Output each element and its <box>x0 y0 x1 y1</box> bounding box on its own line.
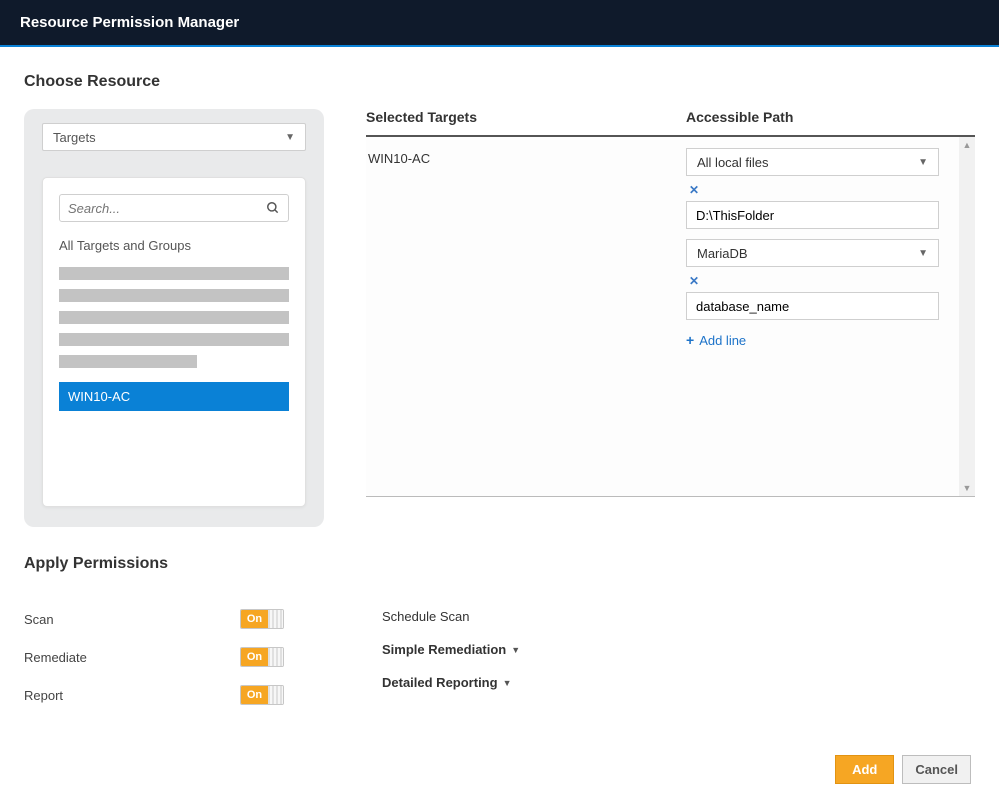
reporting-label: Detailed Reporting <box>382 675 498 690</box>
accessible-path-cell: All local files ▼ ✕ MariaDB ▼ ✕ + Add li… <box>686 137 975 496</box>
selected-targets-panel: Selected Targets Accessible Path WIN10-A… <box>366 109 975 497</box>
search-input-wrapper[interactable] <box>59 194 289 222</box>
targets-list-card: All Targets and Groups WIN10-AC <box>42 177 306 507</box>
permissions-details: Schedule Scan Simple Remediation ▼ Detai… <box>382 591 520 723</box>
path-type-value: All local files <box>697 155 769 170</box>
toggle-on-label: On <box>241 648 268 666</box>
list-heading: All Targets and Groups <box>59 238 289 253</box>
reporting-dropdown[interactable]: Detailed Reporting ▼ <box>382 675 520 690</box>
perm-row-scan: Scan On <box>24 609 284 629</box>
caret-down-icon: ▼ <box>511 645 520 655</box>
toggle-remediate[interactable]: On <box>240 647 284 667</box>
remediation-dropdown[interactable]: Simple Remediation ▼ <box>382 642 520 657</box>
targets-dropdown-label: Targets <box>53 130 96 145</box>
caret-down-icon: ▼ <box>503 678 512 688</box>
col-header-path: Accessible Path <box>686 109 975 125</box>
permissions-toggles: Scan On Remediate On Report <box>24 591 284 723</box>
add-line-label: Add line <box>699 333 746 348</box>
targets-dropdown[interactable]: Targets ▼ <box>42 123 306 151</box>
add-line-button[interactable]: + Add line <box>686 332 939 348</box>
apply-permissions-title: Apply Permissions <box>24 555 975 573</box>
path-type-value: MariaDB <box>697 246 748 261</box>
list-item[interactable] <box>59 311 289 324</box>
add-button[interactable]: Add <box>835 755 894 784</box>
list-item[interactable] <box>59 267 289 280</box>
caret-down-icon: ▼ <box>285 132 295 143</box>
perm-row-report: Report On <box>24 685 284 705</box>
list-item[interactable] <box>59 289 289 302</box>
perm-scan-label: Scan <box>24 612 54 627</box>
toggle-handle-icon <box>268 610 283 628</box>
list-item[interactable] <box>59 355 197 368</box>
caret-down-icon: ▼ <box>918 248 928 259</box>
footer-buttons: Add Cancel <box>24 755 975 784</box>
perm-row-remediate: Remediate On <box>24 647 284 667</box>
path-input[interactable] <box>686 292 939 320</box>
scroll-down-icon: ▼ <box>963 483 972 493</box>
schedule-scan-label: Schedule Scan <box>382 609 469 624</box>
choose-resource-title: Choose Resource <box>24 73 975 91</box>
toggle-handle-icon <box>268 648 283 666</box>
app-title: Resource Permission Manager <box>20 14 239 31</box>
search-icon <box>266 201 280 215</box>
toggle-handle-icon <box>268 686 283 704</box>
path-input[interactable] <box>686 201 939 229</box>
resource-selector-panel: Targets ▼ All Targets and Groups <box>24 109 324 527</box>
perm-report-label: Report <box>24 688 63 703</box>
remove-path-icon[interactable]: ✕ <box>689 183 699 197</box>
search-input[interactable] <box>68 201 266 216</box>
targets-table-row: WIN10-AC All local files ▼ ✕ MariaDB ▼ ✕ <box>366 137 975 497</box>
caret-down-icon: ▼ <box>918 157 928 168</box>
toggle-on-label: On <box>241 686 268 704</box>
target-name-cell: WIN10-AC <box>366 137 686 496</box>
plus-icon: + <box>686 332 694 348</box>
perm-remediate-label: Remediate <box>24 650 87 665</box>
schedule-scan-text: Schedule Scan <box>382 609 520 624</box>
window-header: Resource Permission Manager <box>0 0 999 47</box>
scrollbar[interactable]: ▲ ▼ <box>959 137 975 496</box>
list-item-selected[interactable]: WIN10-AC <box>59 382 289 411</box>
scroll-up-icon: ▲ <box>963 140 972 150</box>
remove-path-icon[interactable]: ✕ <box>689 274 699 288</box>
cancel-button[interactable]: Cancel <box>902 755 971 784</box>
toggle-scan[interactable]: On <box>240 609 284 629</box>
col-header-targets: Selected Targets <box>366 109 686 125</box>
target-name: WIN10-AC <box>368 151 430 166</box>
path-type-dropdown[interactable]: All local files ▼ <box>686 148 939 176</box>
toggle-report[interactable]: On <box>240 685 284 705</box>
targets-table-header: Selected Targets Accessible Path <box>366 109 975 137</box>
path-type-dropdown[interactable]: MariaDB ▼ <box>686 239 939 267</box>
list-item[interactable] <box>59 333 289 346</box>
toggle-on-label: On <box>241 610 268 628</box>
remediation-label: Simple Remediation <box>382 642 506 657</box>
